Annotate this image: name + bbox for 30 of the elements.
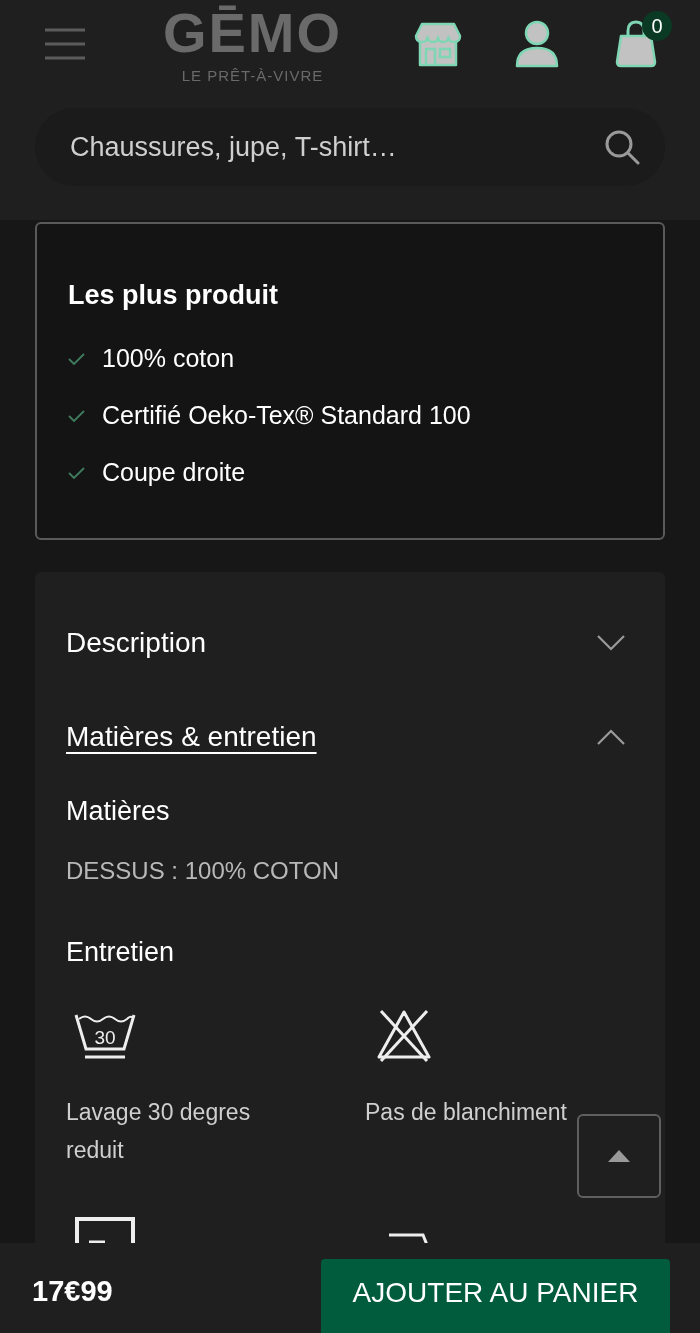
highlight-item: Certifié Oeko-Tex® Standard 100 (102, 399, 471, 431)
materials-text: DESSUS : 100% COTON (66, 856, 339, 886)
triangle-up-icon (608, 1150, 630, 1162)
search-icon[interactable] (604, 129, 640, 165)
highlight-item: Coupe droite (102, 456, 246, 488)
store-icon[interactable] (414, 22, 462, 68)
check-icon (68, 352, 85, 365)
check-icon (68, 466, 85, 479)
accordion-header[interactable]: Description (66, 614, 625, 672)
add-to-cart-button[interactable]: AJOUTER AU PANIER (321, 1259, 670, 1333)
crossed-triangle-icon (375, 1007, 433, 1063)
logo-tagline: LE PRÊT-À-VIVRE (181, 66, 324, 86)
care-label: Lavage 30 degres reduit (66, 1098, 252, 1165)
menu-icon[interactable] (45, 28, 85, 60)
chevron-down-icon[interactable] (597, 635, 625, 651)
section-heading: Entretien (66, 936, 175, 969)
search-field[interactable]: Chaussures, jupe, T-shirt… (35, 108, 665, 186)
highlight-item: 100% coton (102, 342, 235, 374)
scroll-to-top-button[interactable] (577, 1114, 661, 1198)
section-heading: Matières (66, 795, 170, 828)
care-label: Pas de blanchiment (365, 1098, 568, 1127)
chevron-up-icon[interactable] (597, 729, 625, 745)
check-icon (68, 409, 85, 422)
highlights-title: Les plus produit (68, 279, 278, 312)
user-icon[interactable] (515, 20, 559, 68)
accordion-header[interactable]: Matières & entretien (66, 708, 625, 766)
square-symbol-icon (75, 1217, 135, 1243)
corner-symbol-icon (387, 1233, 429, 1243)
price: 17€99 (32, 1273, 113, 1309)
cart-count-badge: 0 (642, 11, 672, 41)
